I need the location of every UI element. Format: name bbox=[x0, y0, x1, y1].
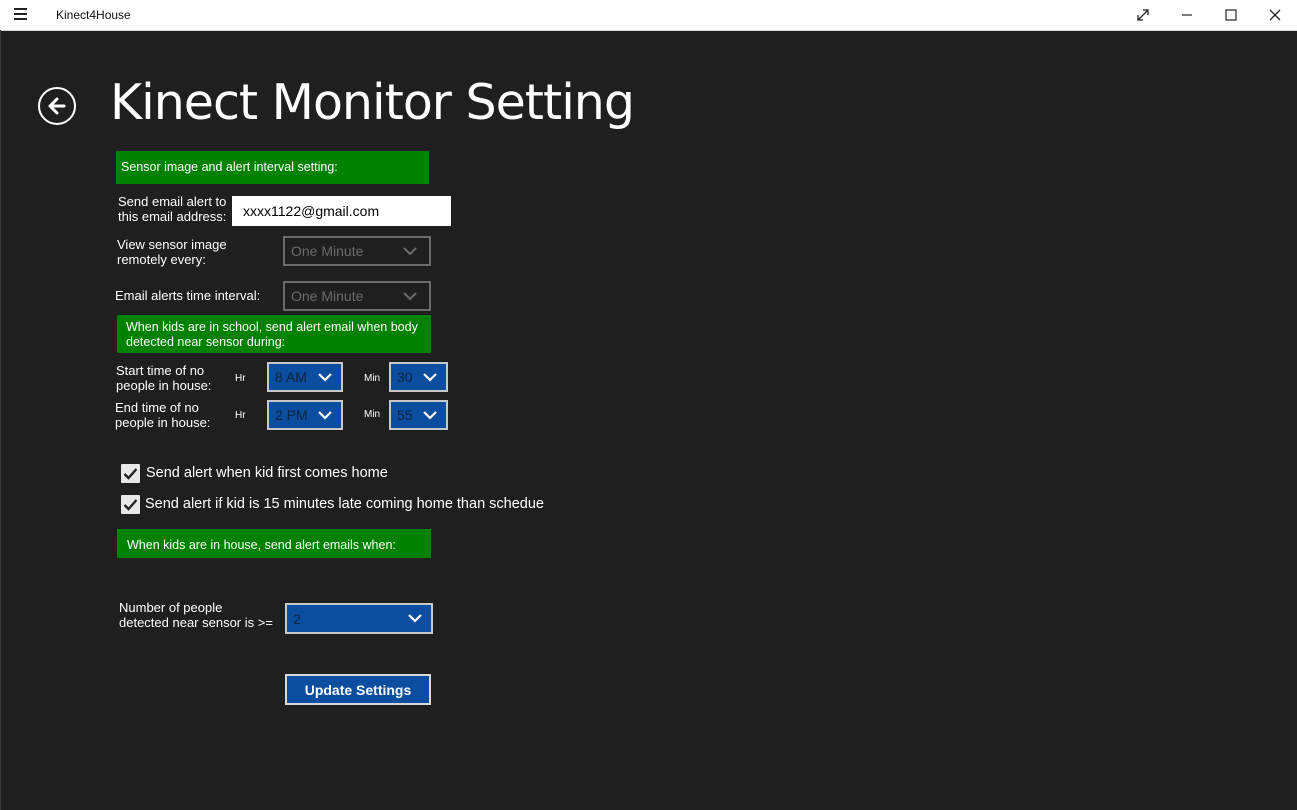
email-label: Send email alert to this email address: bbox=[118, 194, 227, 224]
end-hour-dropdown[interactable]: 2 PM bbox=[267, 400, 343, 430]
end-hr-label: Hr bbox=[235, 410, 246, 421]
checkmark-icon bbox=[123, 499, 138, 511]
email-interval-value: One Minute bbox=[291, 288, 364, 304]
email-field[interactable] bbox=[232, 196, 451, 226]
first-home-label: Send alert when kid first comes home bbox=[146, 465, 388, 481]
app-title: Kinect4House bbox=[56, 8, 131, 22]
start-hr-label: Hr bbox=[235, 373, 246, 384]
title-bar: Kinect4House bbox=[0, 0, 1297, 31]
school-section-header: When kids are in school, send alert emai… bbox=[117, 315, 431, 353]
start-minute-dropdown[interactable]: 30 bbox=[389, 362, 448, 392]
email-interval-label: Email alerts time interval: bbox=[115, 288, 261, 303]
end-min-label: Min bbox=[364, 409, 381, 420]
expand-icon[interactable] bbox=[1121, 0, 1165, 30]
chevron-down-icon bbox=[318, 372, 332, 382]
chevron-down-icon bbox=[408, 614, 422, 623]
house-section-header: When kids are in house, send alert email… bbox=[117, 529, 431, 558]
late-home-label: Send alert if kid is 15 minutes late com… bbox=[145, 496, 544, 512]
people-count-value: 2 bbox=[293, 610, 301, 627]
chevron-down-icon bbox=[423, 372, 437, 382]
end-time-label: End time of no people in house: bbox=[115, 400, 211, 430]
back-arrow-icon bbox=[48, 97, 66, 115]
people-count-label: Number of people detected near sensor is … bbox=[119, 600, 273, 630]
update-settings-button[interactable]: Update Settings bbox=[285, 674, 431, 705]
start-min-label: Min bbox=[364, 373, 381, 384]
late-home-checkbox[interactable] bbox=[121, 495, 140, 514]
start-hour-dropdown[interactable]: 8 AM bbox=[267, 362, 343, 392]
first-home-checkbox[interactable] bbox=[121, 464, 140, 483]
end-minute-dropdown[interactable]: 55 bbox=[389, 400, 448, 430]
back-button[interactable] bbox=[38, 87, 76, 125]
people-count-dropdown[interactable]: 2 bbox=[285, 603, 433, 634]
email-interval-dropdown[interactable]: One Minute bbox=[283, 281, 431, 311]
end-minute-value: 55 bbox=[397, 407, 413, 423]
start-time-label: Start time of no people in house: bbox=[116, 363, 212, 393]
end-hour-value: 2 PM bbox=[275, 407, 308, 423]
interval-section-header: Sensor image and alert interval setting: bbox=[116, 151, 429, 184]
page-title: Kinect Monitor Setting bbox=[110, 74, 635, 131]
checkmark-icon bbox=[123, 468, 138, 480]
chevron-down-icon bbox=[403, 246, 417, 255]
chevron-down-icon bbox=[423, 410, 437, 420]
window-border bbox=[0, 30, 1, 810]
start-minute-value: 30 bbox=[397, 369, 413, 385]
view-sensor-dropdown[interactable]: One Minute bbox=[283, 236, 431, 266]
minimize-icon[interactable] bbox=[1165, 0, 1209, 30]
maximize-icon[interactable] bbox=[1209, 0, 1253, 30]
chevron-down-icon bbox=[318, 410, 332, 420]
close-icon[interactable] bbox=[1253, 0, 1297, 30]
view-sensor-label: View sensor image remotely every: bbox=[117, 237, 227, 267]
start-hour-value: 8 AM bbox=[275, 369, 307, 385]
chevron-down-icon bbox=[403, 291, 417, 300]
hamburger-menu-icon[interactable] bbox=[14, 8, 30, 22]
view-sensor-value: One Minute bbox=[291, 243, 364, 259]
